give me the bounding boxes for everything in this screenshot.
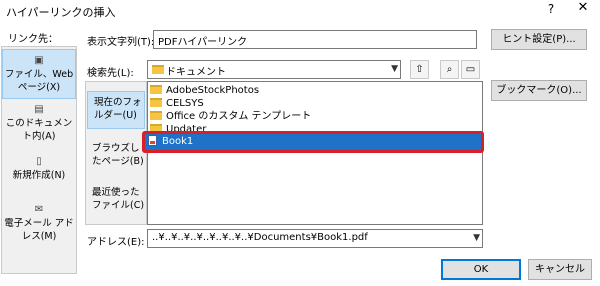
- link-to-panel: ▣ ファイル、Web ページ(X) ▤ このドキュメント内(A) ▯ 新規作成(…: [1, 46, 77, 274]
- file-name: Office のカスタム テンプレート: [166, 111, 312, 122]
- chevron-down-icon: ▼: [391, 64, 398, 74]
- browse-file-button[interactable]: ▭: [461, 60, 480, 79]
- globe-file-icon: ▣: [34, 55, 44, 66]
- link-to-item-label: 新規作成(N): [12, 170, 66, 181]
- new-document-icon: ▯: [36, 156, 42, 167]
- file-name: Book1: [162, 136, 194, 147]
- address-combobox[interactable]: ..¥..¥..¥..¥..¥..¥..¥..¥Documents¥Book1.…: [147, 229, 483, 248]
- bookmark-button[interactable]: ブックマーク(O)...: [491, 80, 587, 101]
- document-anchor-icon: ▤: [34, 104, 44, 115]
- folder-up-icon: ⇧: [415, 64, 424, 75]
- up-folder-button[interactable]: ⇧: [410, 60, 429, 79]
- pdf-file-icon: [148, 135, 157, 146]
- address-label: アドレス(E):: [87, 237, 145, 248]
- browse-web-button[interactable]: ⌕: [440, 60, 459, 79]
- tab-current-folder[interactable]: 現在のフォルダー(U): [87, 91, 145, 129]
- link-to-create-new[interactable]: ▯ 新規作成(N): [2, 153, 76, 189]
- chevron-down-icon: ▼: [473, 233, 480, 243]
- look-in-combobox[interactable]: ドキュメント ▼: [147, 60, 401, 79]
- display-text-input[interactable]: PDFハイパーリンク: [153, 30, 477, 49]
- list-item[interactable]: Book1: [148, 135, 193, 149]
- dialog-title: ハイパーリンクの挿入: [6, 6, 116, 19]
- list-item[interactable]: AdobeStockPhotos: [150, 84, 259, 98]
- selected-file-highlight[interactable]: Book1: [142, 131, 484, 153]
- link-to-file-web-page[interactable]: ▣ ファイル、Web ページ(X): [2, 49, 76, 99]
- folder-icon: [152, 65, 168, 76]
- file-name: CELSYS: [166, 98, 204, 109]
- email-icon: ✉: [34, 204, 44, 215]
- web-search-icon: ⌕: [446, 64, 453, 75]
- address-value: ..¥..¥..¥..¥..¥..¥..¥..¥Documents¥Book1.…: [152, 232, 368, 243]
- folder-icon: [150, 98, 162, 107]
- link-to-item-label: 電子メール アドレス(M): [4, 218, 74, 242]
- link-to-item-label: ファイル、Web ページ(X): [4, 69, 74, 93]
- screentip-button[interactable]: ヒント設定(P)...: [491, 29, 587, 50]
- link-to-item-label: このドキュメント内(A): [5, 118, 73, 142]
- list-item[interactable]: CELSYS: [150, 97, 204, 111]
- look-in-value: ドキュメント: [166, 67, 226, 78]
- browse-tabs-panel: 現在のフォルダー(U) ブラウズしたページ(B) 最近使ったファイル(C): [85, 81, 147, 225]
- close-button[interactable]: ✕: [574, 0, 592, 15]
- look-in-label: 検索先(L):: [87, 68, 134, 79]
- link-to-label: リンク先：: [8, 34, 58, 45]
- help-button[interactable]: ?: [544, 2, 558, 16]
- link-to-this-document[interactable]: ▤ このドキュメント内(A): [2, 101, 76, 145]
- list-item[interactable]: Office のカスタム テンプレート: [150, 110, 311, 124]
- tab-browsed-pages[interactable]: ブラウズしたページ(B): [86, 142, 146, 172]
- folder-icon: [150, 85, 162, 94]
- cancel-button[interactable]: キャンセル: [528, 259, 592, 280]
- file-list[interactable]: AdobeStockPhotos CELSYS Office のカスタム テンプ…: [147, 81, 483, 225]
- link-to-email-address[interactable]: ✉ 電子メール アドレス(M): [2, 201, 76, 245]
- display-text-label: 表示文字列(T):: [87, 37, 155, 48]
- file-name: AdobeStockPhotos: [166, 85, 260, 96]
- tab-recent-files[interactable]: 最近使ったファイル(C): [86, 186, 146, 216]
- ok-button[interactable]: OK: [441, 259, 521, 280]
- folder-icon: [150, 111, 162, 120]
- open-folder-icon: ▭: [465, 64, 476, 75]
